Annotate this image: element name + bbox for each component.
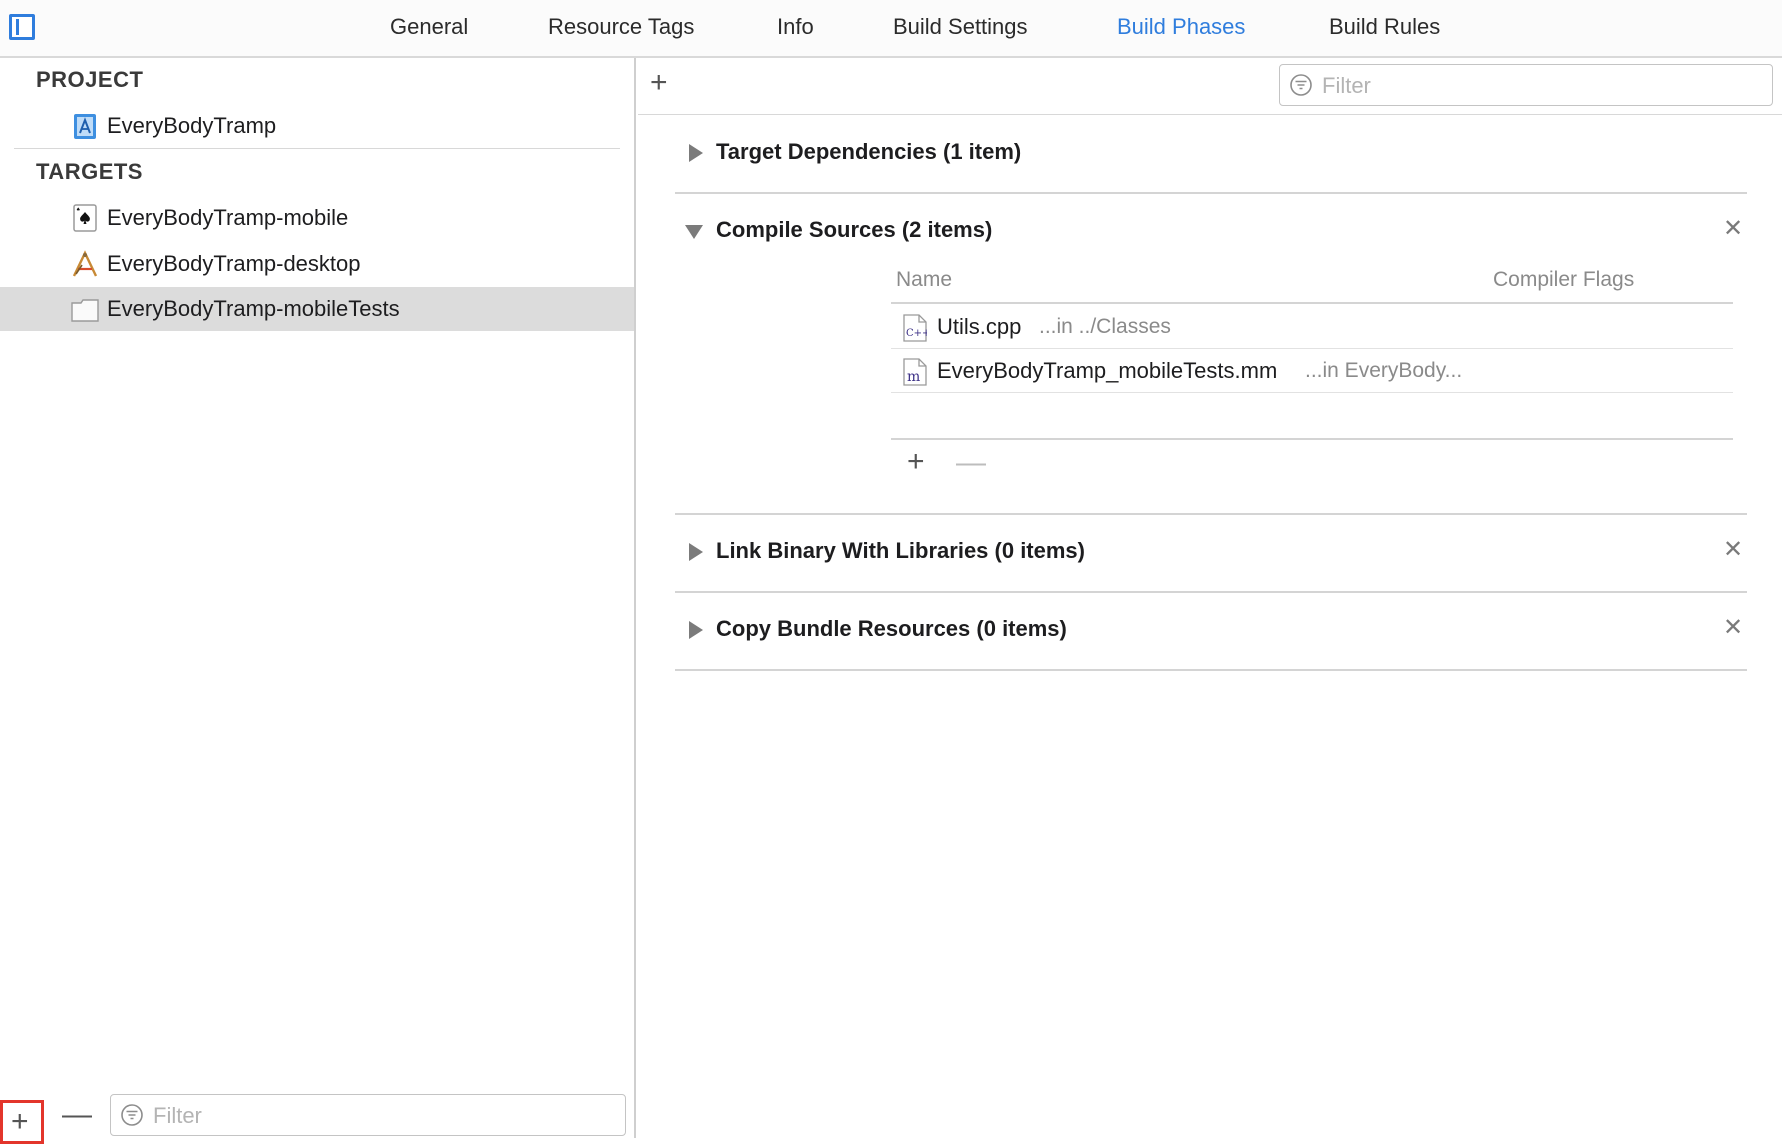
phases-filter-field[interactable]: [1279, 64, 1773, 107]
file-path: ...in ../Classes: [1039, 315, 1171, 338]
tab-general[interactable]: General: [390, 14, 468, 40]
ios-app-icon: ♠: [73, 204, 97, 232]
remove-target-button[interactable]: —: [62, 1100, 92, 1130]
disclosure-triangle-icon[interactable]: [689, 144, 703, 162]
phase-link-binary-with-libraries: Link Binary With Libraries (0 items) ✕: [675, 527, 1747, 593]
remove-source-file-button[interactable]: —: [956, 448, 986, 478]
build-phases-toolbar: +: [638, 58, 1782, 115]
filter-icon: [1290, 74, 1312, 96]
objc-file-icon: m: [903, 358, 927, 386]
phase-header[interactable]: Compile Sources (2 items) ✕: [675, 206, 1747, 256]
sidebar-divider: [14, 148, 620, 149]
disclosure-triangle-icon[interactable]: [689, 543, 703, 561]
phase-copy-bundle-resources: Copy Bundle Resources (0 items) ✕: [675, 605, 1747, 671]
sidebar-item-target-desktop[interactable]: EveryBodyTramp-desktop: [0, 242, 634, 286]
column-header-compiler-flags[interactable]: Compiler Flags: [1493, 268, 1634, 292]
sidebar-item-target-mobile[interactable]: ♠ EveryBodyTramp-mobile: [0, 196, 634, 240]
tab-build-phases[interactable]: Build Phases: [1117, 14, 1245, 40]
svg-text:C++: C++: [906, 328, 927, 339]
sidebar-item-project[interactable]: EveryBodyTramp: [0, 104, 634, 148]
xcode-project-icon: [74, 114, 96, 139]
add-build-phase-button[interactable]: +: [650, 68, 668, 98]
add-source-file-button[interactable]: +: [907, 447, 925, 477]
phase-title: Compile Sources (2 items): [716, 217, 993, 242]
filter-icon: [121, 1104, 143, 1126]
sidebar-item-label: EveryBodyTramp-desktop: [107, 251, 361, 276]
compile-sources-table: C++ Utils.cpp ...in ../Classes m EveryBo…: [891, 302, 1733, 440]
tab-info[interactable]: Info: [777, 14, 814, 40]
phase-target-dependencies: Target Dependencies (1 item): [675, 128, 1747, 194]
project-target-sidebar: PROJECT EveryBodyTramp TARGETS ♠ EveryBo…: [0, 58, 636, 1144]
remove-phase-button[interactable]: ✕: [1719, 215, 1747, 243]
phase-header[interactable]: Target Dependencies (1 item): [675, 128, 1747, 178]
disclosure-triangle-icon[interactable]: [685, 225, 703, 239]
svg-text:m: m: [907, 369, 920, 385]
remove-phase-button[interactable]: ✕: [1719, 536, 1747, 564]
build-phases-editor: + Target Dependencies (1 item) Compile S…: [638, 58, 1782, 1138]
phase-title: Copy Bundle Resources (0 items): [716, 616, 1067, 641]
editor-tab-bar: General Resource Tags Info Build Setting…: [0, 0, 1782, 58]
sidebar-toggle-icon[interactable]: [9, 14, 35, 40]
column-header-name[interactable]: Name: [896, 268, 952, 292]
table-row[interactable]: C++ Utils.cpp ...in ../Classes: [891, 304, 1733, 349]
phase-compile-sources: Compile Sources (2 items) ✕ Name Compile…: [675, 206, 1747, 515]
svg-text:♠: ♠: [76, 207, 80, 213]
sidebar-item-label: EveryBodyTramp: [107, 113, 277, 138]
sidebar-filter-input[interactable]: [151, 1095, 619, 1137]
mac-app-icon: [72, 250, 98, 277]
phase-header[interactable]: Copy Bundle Resources (0 items) ✕: [675, 605, 1747, 655]
add-target-button[interactable]: +: [0, 1100, 44, 1144]
phase-title: Link Binary With Libraries (0 items): [716, 538, 1085, 563]
table-row[interactable]: m EveryBodyTramp_mobileTests.mm ...in Ev…: [891, 348, 1733, 393]
project-section-header: PROJECT: [36, 67, 144, 92]
test-bundle-icon: [71, 299, 99, 322]
sidebar-filter-field[interactable]: [110, 1094, 626, 1137]
cpp-file-icon: C++: [903, 314, 927, 342]
targets-section-header: TARGETS: [36, 159, 143, 184]
remove-phase-button[interactable]: ✕: [1719, 614, 1747, 642]
file-name: EveryBodyTramp_mobileTests.mm: [937, 358, 1278, 383]
plus-icon: +: [11, 1105, 29, 1138]
tab-build-rules[interactable]: Build Rules: [1329, 14, 1440, 40]
sidebar-item-label: EveryBodyTramp-mobile: [107, 205, 349, 230]
phase-title: Target Dependencies (1 item): [716, 139, 1022, 164]
sidebar-item-label: EveryBodyTramp-mobileTests: [107, 296, 400, 321]
tab-resource-tags[interactable]: Resource Tags: [548, 14, 694, 40]
tab-build-settings[interactable]: Build Settings: [893, 14, 1028, 40]
phase-header[interactable]: Link Binary With Libraries (0 items) ✕: [675, 527, 1747, 577]
phases-filter-input[interactable]: [1320, 65, 1766, 107]
sidebar-bottom-bar: + —: [0, 1080, 634, 1144]
file-path: ...in EveryBody...: [1305, 359, 1463, 382]
sidebar-item-target-mobiletests[interactable]: EveryBodyTramp-mobileTests: [0, 287, 634, 331]
disclosure-triangle-icon[interactable]: [689, 621, 703, 639]
file-name: Utils.cpp: [937, 314, 1022, 339]
